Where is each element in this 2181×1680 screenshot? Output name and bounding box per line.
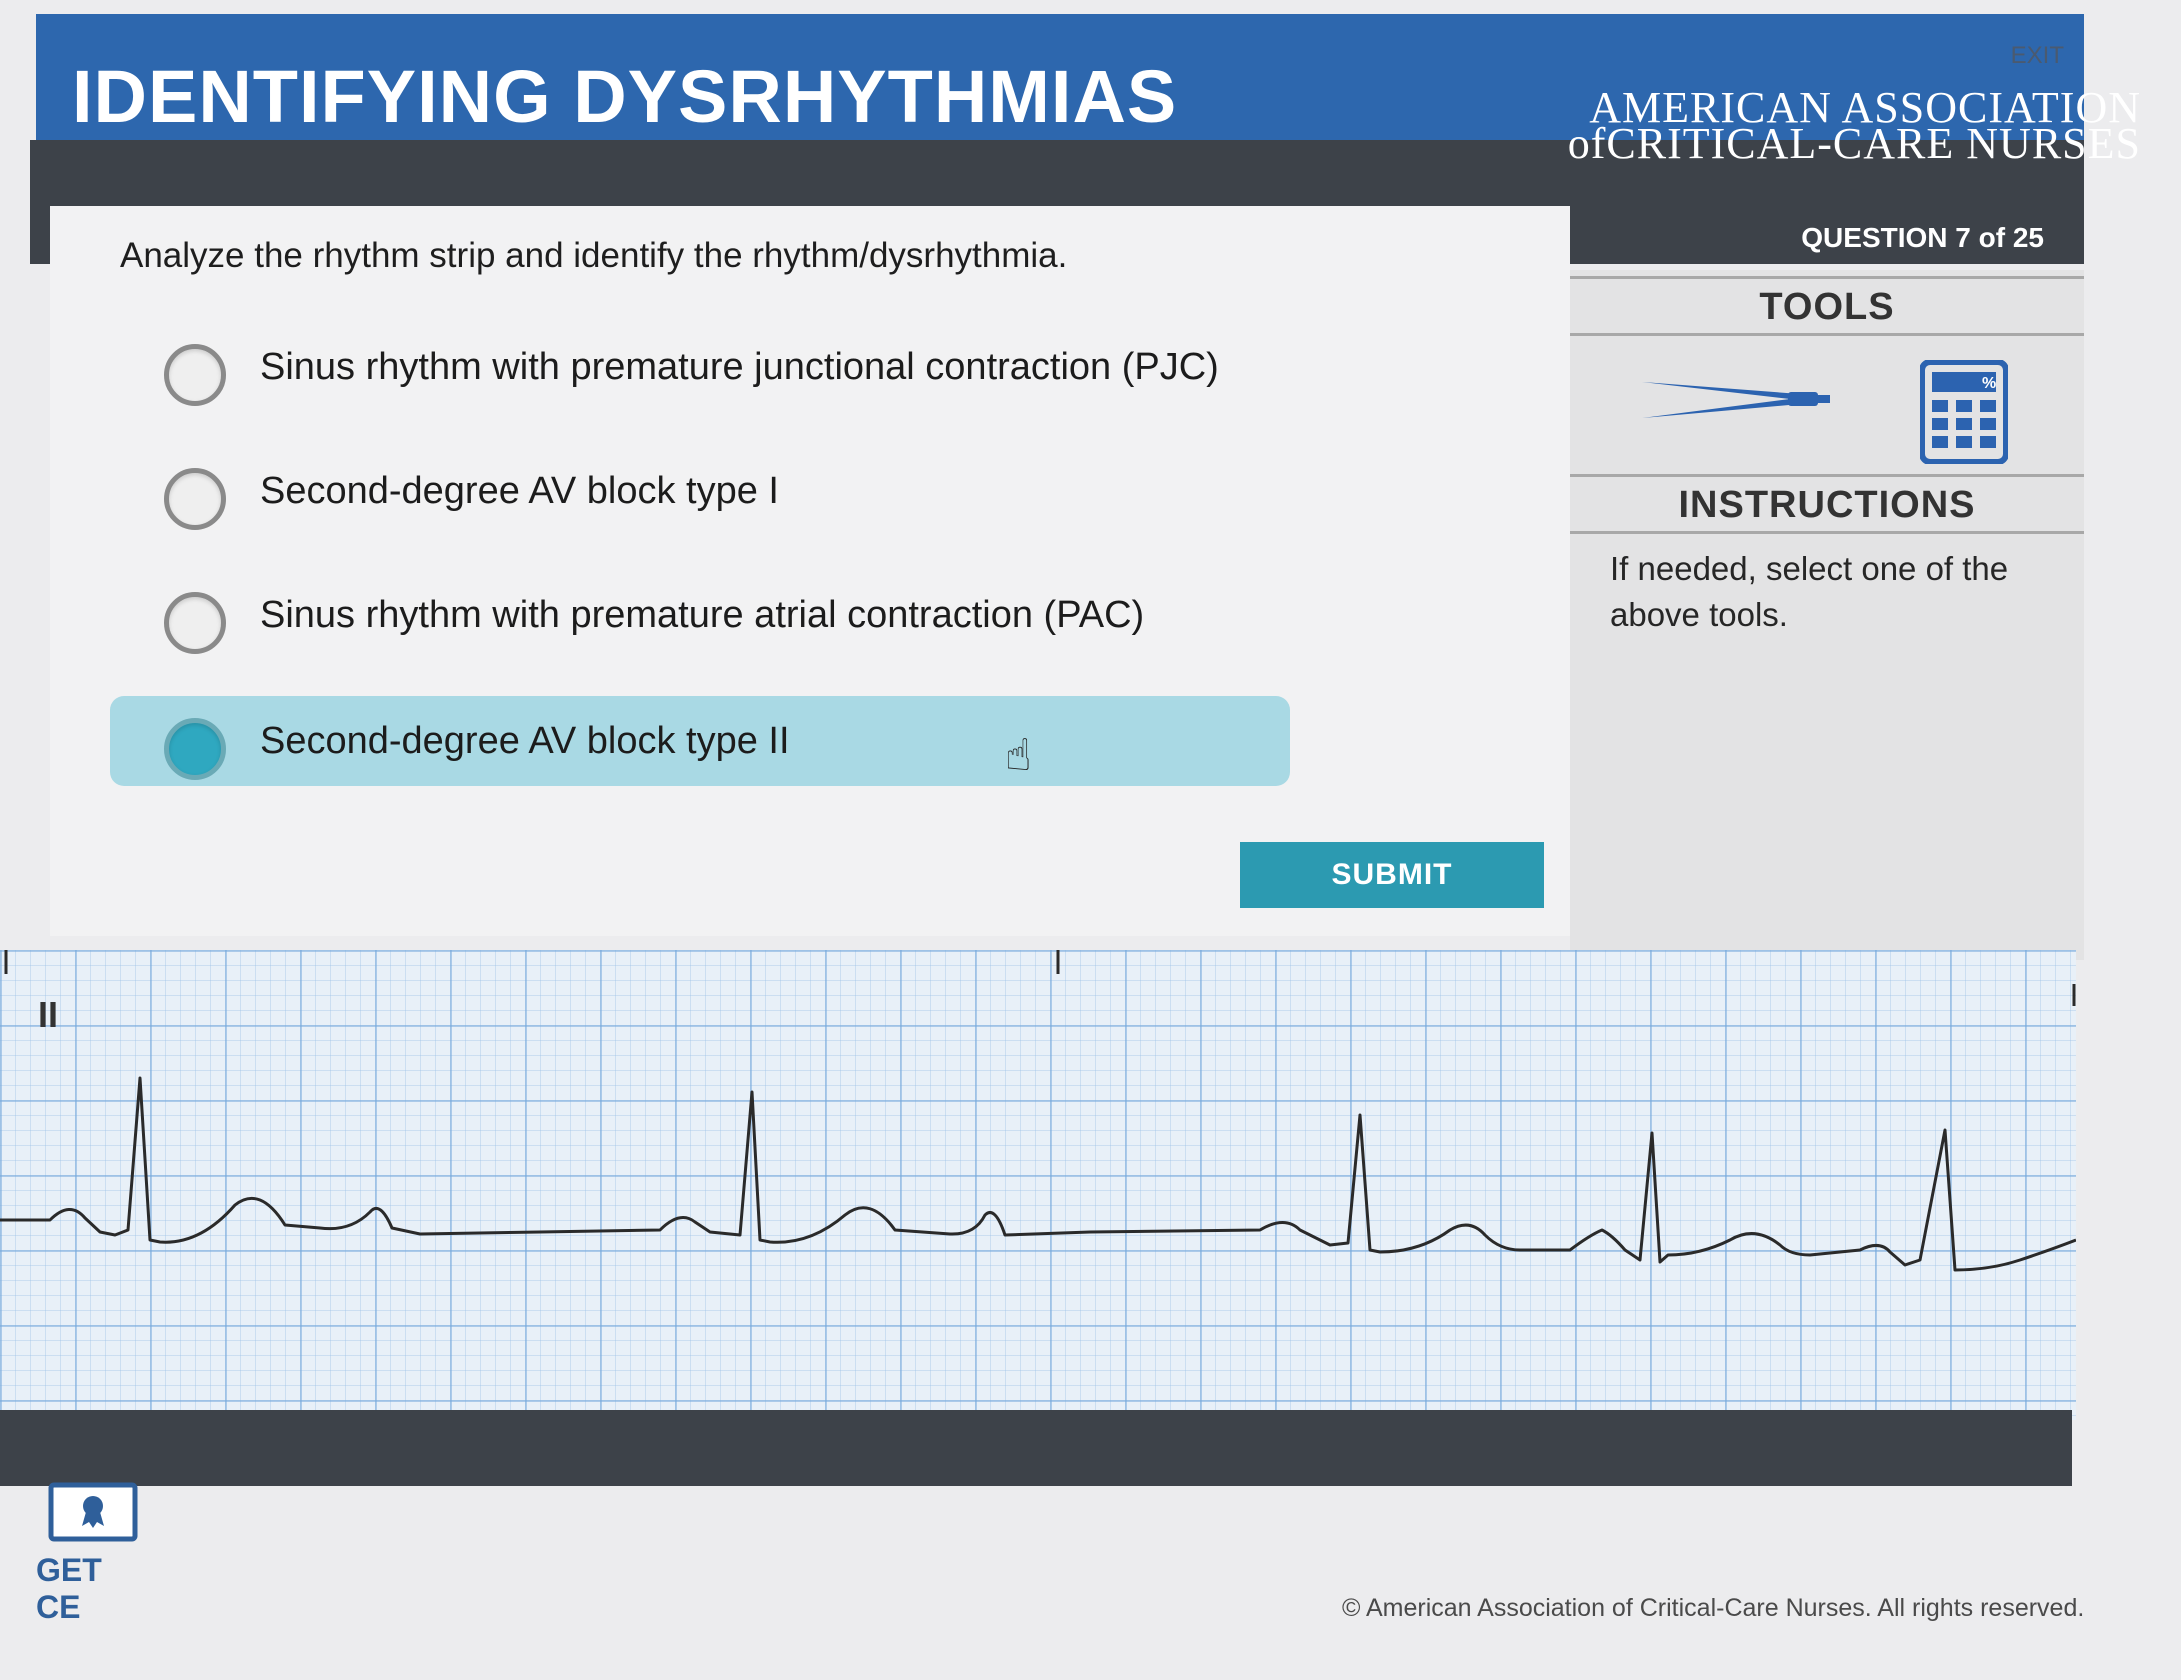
answer-option-label: Sinus rhythm with premature junctional c… [260, 346, 1219, 388]
instructions-text: If needed, select one of the above tools… [1610, 550, 2009, 633]
org-logo-line2: ofCRITICAL-CARE NURSES [1567, 119, 2141, 168]
get-ce-label: GET CE [36, 1552, 102, 1625]
ecg-trace [0, 950, 2076, 1272]
get-ce-button[interactable]: GET CE [30, 1482, 150, 1625]
calculator-tool-button[interactable]: % [1919, 359, 2009, 465]
answer-option-1[interactable]: Sinus rhythm with premature junctional c… [110, 322, 1290, 412]
calculator-badge: % [1982, 375, 1996, 392]
tools-heading: TOOLS [1570, 276, 2084, 336]
radio-button[interactable] [164, 344, 226, 406]
hand-pointer-icon: ☝ [1005, 731, 1032, 780]
ecg-rhythm-strip: II [0, 950, 2076, 1420]
radio-button[interactable] [164, 468, 226, 530]
radio-button[interactable] [164, 592, 226, 654]
answer-option-label: Second-degree AV block type II [260, 720, 790, 762]
question-prompt: Analyze the rhythm strip and identify th… [120, 236, 1068, 275]
calipers-icon [1642, 382, 1830, 418]
answer-option-4[interactable]: Second-degree AV block type II [110, 696, 1290, 786]
question-panel: Analyze the rhythm strip and identify th… [50, 206, 1570, 936]
calipers-tool-button[interactable] [1640, 370, 1840, 430]
app-window: IDENTIFYING DYSRHYTHMIAS EXIT QUESTION 7… [0, 0, 2181, 1680]
app-title: IDENTIFYING DYSRHYTHMIAS [72, 55, 1178, 138]
exit-button[interactable]: EXIT [2011, 42, 2064, 70]
instructions-heading: INSTRUCTIONS [1570, 474, 2084, 534]
org-logo: AMERICAN ASSOCIATION ofCRITICAL-CARE NUR… [1567, 86, 2141, 168]
answer-option-3[interactable]: Sinus rhythm with premature atrial contr… [110, 570, 1290, 660]
bottom-dark-band [0, 1410, 2072, 1486]
question-counter: QUESTION 7 of 25 [1801, 222, 2044, 253]
answer-option-label: Second-degree AV block type I [260, 470, 779, 512]
answer-option-2[interactable]: Second-degree AV block type I [110, 446, 1290, 536]
answer-option-label: Sinus rhythm with premature atrial contr… [260, 594, 1145, 636]
calculator-icon: % [1919, 359, 2009, 465]
certificate-icon [48, 1482, 138, 1542]
radio-button-selected[interactable] [164, 718, 226, 780]
tools-panel: TOOLS % INSTRUCTIONS If needed, select o… [1570, 270, 2084, 960]
copyright-text: © American Association of Critical-Care … [1342, 1594, 2085, 1622]
submit-button[interactable]: SUBMIT [1240, 842, 1544, 908]
